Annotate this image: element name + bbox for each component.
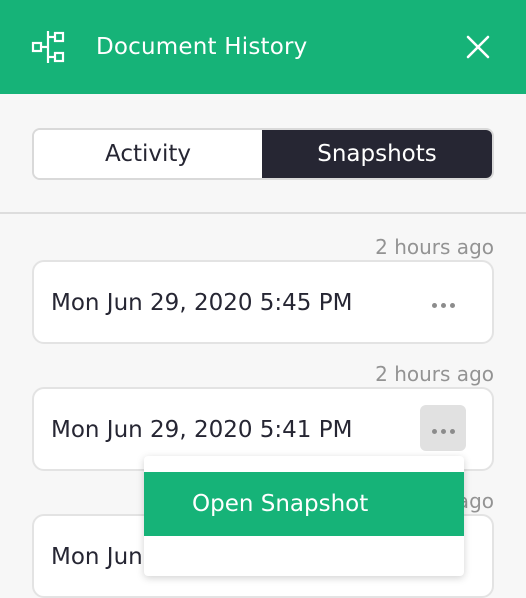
more-options-button[interactable]: [420, 279, 466, 325]
snapshot-time-ago: 2 hours ago: [375, 235, 494, 259]
snapshot-title: Mon Jun 29, 2020 5:45 PM: [51, 290, 353, 316]
more-options-button[interactable]: [420, 405, 466, 451]
panel-title: Document History: [96, 34, 308, 60]
header-bar: Document History: [0, 0, 526, 94]
version-tree-icon: [31, 31, 65, 63]
snapshot-time-ago: 2 hours ago: [375, 362, 494, 386]
divider: [0, 212, 526, 214]
more-icon: [430, 293, 457, 312]
tab-snapshots[interactable]: Snapshots: [262, 130, 492, 178]
more-icon: [430, 419, 457, 438]
snapshot-title: Mon Jun 29, 2020 5:41 PM: [51, 417, 353, 443]
history-tabs: Activity Snapshots: [32, 128, 494, 180]
menu-item-open-snapshot[interactable]: Open Snapshot: [144, 472, 464, 536]
close-icon[interactable]: [462, 31, 494, 63]
snapshot-context-menu: Open Snapshot: [144, 456, 464, 576]
snapshot-card[interactable]: Mon Jun 29, 2020 5:45 PM: [32, 260, 494, 344]
tab-activity[interactable]: Activity: [34, 130, 262, 178]
